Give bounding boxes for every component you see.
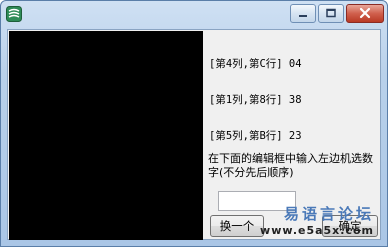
draw-canvas xyxy=(9,31,203,240)
swap-button[interactable]: 换一个 xyxy=(210,215,264,237)
minimize-icon xyxy=(299,15,307,17)
selection-list: [第4列,第C行] 04 [第1列,第8行] 38 [第5列,第B行] 23 xyxy=(209,34,302,166)
minimize-button[interactable] xyxy=(290,4,316,23)
maximize-icon xyxy=(326,8,336,18)
ok-button[interactable]: 确定 xyxy=(322,215,378,237)
selection-row: [第4列,第C行] 04 xyxy=(209,58,302,70)
selection-row: [第1列,第8行] 38 xyxy=(209,94,302,106)
instruction-label: 在下面的编辑框中输入左边机选数字(不分先后顺序) xyxy=(208,152,373,179)
selection-row: [第5列,第B行] 23 xyxy=(209,130,302,142)
app-window: [第4列,第C行] 04 [第1列,第8行] 38 [第5列,第B行] 23 在… xyxy=(0,0,388,247)
title-bar[interactable] xyxy=(1,1,387,29)
app-icon xyxy=(6,6,22,22)
close-button[interactable] xyxy=(346,4,384,23)
number-input[interactable] xyxy=(218,191,296,211)
close-icon xyxy=(359,7,371,19)
client-area: [第4列,第C行] 04 [第1列,第8行] 38 [第5列,第B行] 23 在… xyxy=(7,29,381,240)
maximize-button[interactable] xyxy=(318,4,344,23)
